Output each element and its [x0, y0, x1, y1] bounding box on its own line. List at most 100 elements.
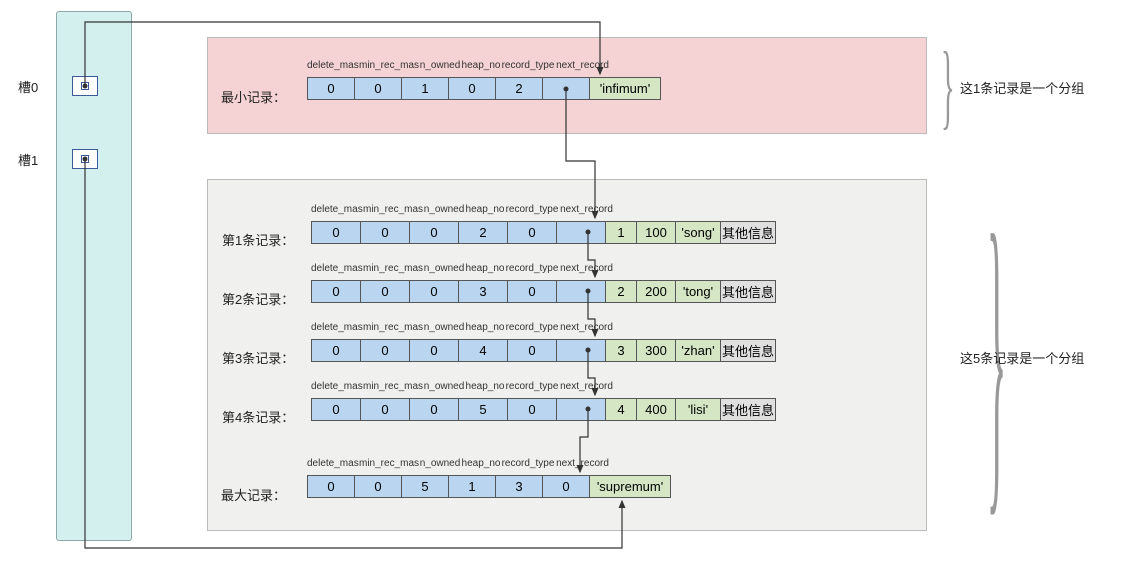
rec2-hdr-0: delete_mask [311, 263, 363, 274]
rec1-cell-5 [556, 221, 606, 244]
rec4-cell-5 [556, 398, 606, 421]
rec3-hdr-2: n_owned [423, 322, 465, 333]
rec4-hdr-3: heap_no [465, 381, 505, 392]
rec2-cell-5 [556, 280, 606, 303]
rec2-extra-0: 2 [605, 280, 637, 303]
max-cell-5: 0 [542, 475, 590, 498]
rec4-hdr-2: n_owned [423, 381, 465, 392]
rec1-hdr-0: delete_mask [311, 204, 363, 215]
max-cell-data: 'supremum' [589, 475, 671, 498]
min-cell-3: 0 [448, 77, 496, 100]
rec2-hdr-1: min_rec_mask [363, 263, 423, 274]
rec3-cell-3: 4 [458, 339, 508, 362]
rec1-cell-3: 2 [458, 221, 508, 244]
hdr-n-owned: n_owned [419, 60, 461, 71]
max-cell-2: 5 [401, 475, 449, 498]
hdr-next-record: next_record [555, 60, 610, 71]
rec3-extra-2: 'zhan' [675, 339, 721, 362]
rec1-hdr-4: record_type [505, 204, 559, 215]
hdr-record-type: record_type [501, 60, 555, 71]
record-2-label: 第2条记录： [222, 289, 294, 308]
max-record-cells: 0 0 5 1 3 0 'supremum' [307, 475, 671, 498]
max-cell-0: 0 [307, 475, 355, 498]
record-2-cells: 000302200'tong'其他信息 [311, 280, 776, 303]
max-hdr-2: n_owned [419, 458, 461, 469]
min-cell-5 [542, 77, 590, 100]
rec3-cell-5 [556, 339, 606, 362]
max-cell-1: 0 [354, 475, 402, 498]
max-cell-4: 3 [495, 475, 543, 498]
rec2-extra-3: 其他信息 [720, 280, 776, 303]
max-cell-3: 1 [448, 475, 496, 498]
min-record-cells: 0 0 1 0 2 'infimum' [307, 77, 661, 100]
min-cell-1: 0 [354, 77, 402, 100]
rec3-hdr-3: heap_no [465, 322, 505, 333]
record-1-label: 第1条记录： [222, 230, 294, 249]
max-hdr-5: next_record [555, 458, 610, 469]
rec2-cell-0: 0 [311, 280, 361, 303]
rec1-extra-2: 'song' [675, 221, 721, 244]
rec2-hdr-2: n_owned [423, 263, 465, 274]
rec1-cell-2: 0 [409, 221, 459, 244]
rec2-cell-4: 0 [507, 280, 557, 303]
min-cell-4: 2 [495, 77, 543, 100]
rec3-hdr-1: min_rec_mask [363, 322, 423, 333]
rec4-extra-0: 4 [605, 398, 637, 421]
max-record-headers: delete_mask min_rec_mask n_owned heap_no… [307, 458, 610, 469]
rec3-cell-4: 0 [507, 339, 557, 362]
hdr-heap-no: heap_no [461, 60, 501, 71]
record-4-headers: delete_maskmin_rec_maskn_ownedheap_norec… [311, 381, 614, 392]
slot0-pointer [81, 82, 89, 90]
rec1-extra-0: 1 [605, 221, 637, 244]
rec3-cell-0: 0 [311, 339, 361, 362]
min-record-headers: delete_mask min_rec_mask n_owned heap_no… [307, 60, 610, 71]
min-record-label: 最小记录： [221, 87, 286, 106]
rec1-cell-0: 0 [311, 221, 361, 244]
rec1-extra-1: 100 [636, 221, 676, 244]
rec4-hdr-0: delete_mask [311, 381, 363, 392]
rec4-hdr-5: next_record [559, 381, 614, 392]
rec4-hdr-1: min_rec_mask [363, 381, 423, 392]
slot1-box [72, 149, 98, 169]
rec3-extra-0: 3 [605, 339, 637, 362]
rec4-extra-3: 其他信息 [720, 398, 776, 421]
rec3-hdr-5: next_record [559, 322, 614, 333]
rec4-cell-2: 0 [409, 398, 459, 421]
max-hdr-3: heap_no [461, 458, 501, 469]
min-cell-data: 'infimum' [589, 77, 661, 100]
rec4-extra-2: 'lisi' [675, 398, 721, 421]
max-hdr-0: delete_mask [307, 458, 359, 469]
min-cell-0: 0 [307, 77, 355, 100]
rec2-hdr-4: record_type [505, 263, 559, 274]
slot1-pointer [81, 155, 89, 163]
rec4-cell-1: 0 [360, 398, 410, 421]
rec1-cell-1: 0 [360, 221, 410, 244]
rec2-extra-2: 'tong' [675, 280, 721, 303]
note-group2: 这5条记录是一个分组 [960, 348, 1084, 367]
rec4-cell-0: 0 [311, 398, 361, 421]
rec2-hdr-5: next_record [559, 263, 614, 274]
rec1-hdr-2: n_owned [423, 204, 465, 215]
rec1-cell-4: 0 [507, 221, 557, 244]
rec3-hdr-0: delete_mask [311, 322, 363, 333]
rec2-cell-1: 0 [360, 280, 410, 303]
slot0-label: 槽0 [18, 77, 38, 96]
note-group1: 这1条记录是一个分组 [960, 78, 1084, 97]
rec2-extra-1: 200 [636, 280, 676, 303]
max-record-label: 最大记录： [221, 485, 286, 504]
rec3-hdr-4: record_type [505, 322, 559, 333]
max-hdr-1: min_rec_mask [359, 458, 419, 469]
rec3-extra-3: 其他信息 [720, 339, 776, 362]
rec3-extra-1: 300 [636, 339, 676, 362]
rec4-hdr-4: record_type [505, 381, 559, 392]
max-hdr-4: record_type [501, 458, 555, 469]
record-3-cells: 000403300'zhan'其他信息 [311, 339, 776, 362]
record-1-headers: delete_maskmin_rec_maskn_ownedheap_norec… [311, 204, 614, 215]
rec4-extra-1: 400 [636, 398, 676, 421]
rec4-cell-3: 5 [458, 398, 508, 421]
min-cell-2: 1 [401, 77, 449, 100]
rec4-cell-4: 0 [507, 398, 557, 421]
record-4-cells: 000504400'lisi'其他信息 [311, 398, 776, 421]
record-1-cells: 000201100'song'其他信息 [311, 221, 776, 244]
record-3-label: 第3条记录： [222, 348, 294, 367]
